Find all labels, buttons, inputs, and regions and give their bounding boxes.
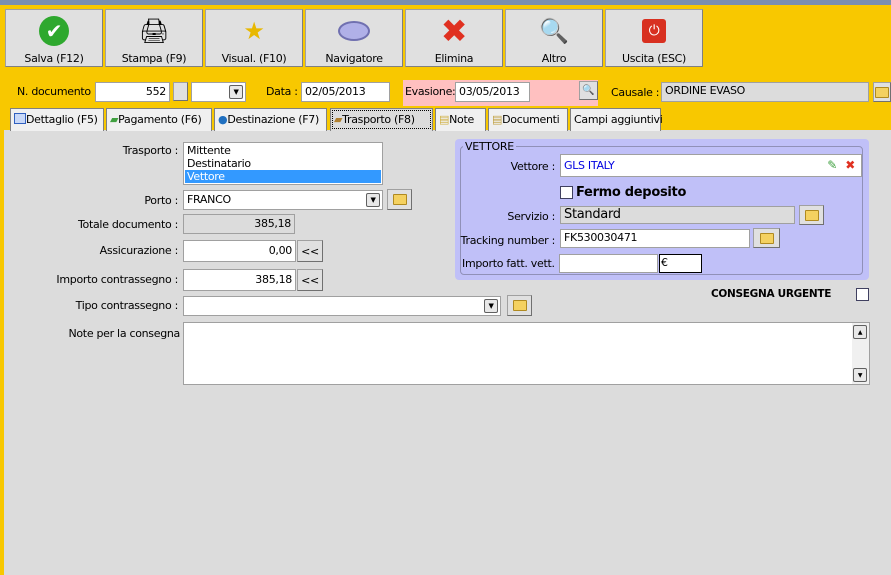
tipo-contrassegno-label: Tipo contrassegno :	[75, 299, 179, 312]
folder-icon	[512, 300, 527, 311]
causale-input[interactable]: ORDINE EVASO	[661, 82, 869, 102]
importo-fatt-label: Importo fatt. vett.	[462, 257, 555, 270]
zoom-in-button[interactable]: 🔍	[579, 81, 598, 100]
note-icon: ▤	[439, 113, 450, 126]
chevron-down-icon: ▼	[366, 193, 380, 207]
totale-label: Totale documento :	[78, 218, 178, 231]
elimina-button[interactable]: ✖ Elimina	[405, 9, 503, 67]
totale-input: 385,18	[183, 214, 295, 234]
ndoc-button[interactable]	[173, 82, 188, 101]
contrassegno-copy-button[interactable]: <<	[297, 269, 323, 291]
printer-icon: 🖨	[138, 17, 170, 45]
evasione-label: Evasione:	[405, 85, 456, 98]
book-search-icon: 🔍	[539, 17, 569, 45]
truck-icon: ▰	[334, 113, 343, 126]
scrollbar[interactable]: ▲ ▼	[852, 323, 869, 384]
serie-select[interactable]: ▼	[191, 82, 246, 102]
data-input[interactable]: 02/05/2013	[301, 82, 390, 102]
tipo-contrassegno-select[interactable]: ▼	[183, 296, 501, 316]
ndoc-input[interactable]: 552	[95, 82, 170, 102]
trasporto-label: Trasporto :	[122, 144, 179, 157]
fermo-deposito-checkbox[interactable]	[560, 186, 573, 199]
power-icon: ⏻	[606, 16, 702, 46]
causale-folder-button[interactable]	[873, 82, 891, 102]
trasporto-option-destinatario[interactable]: Destinatario	[185, 157, 381, 170]
chevron-down-icon: ▼	[484, 299, 498, 313]
compass-icon	[306, 16, 402, 46]
calendar-icon	[14, 113, 26, 124]
ndoc-label: N. documento :	[17, 85, 98, 98]
porto-label: Porto :	[144, 194, 178, 207]
assicurazione-copy-button[interactable]: <<	[297, 240, 323, 262]
navigatore-button[interactable]: Navigatore	[305, 9, 403, 67]
contrassegno-input[interactable]: 385,18	[183, 269, 296, 291]
tab-documenti[interactable]: ▤Documenti	[488, 108, 568, 131]
tab-pagamento[interactable]: ▰Pagamento (F6)	[106, 108, 212, 131]
tab-note[interactable]: ▤Note	[435, 108, 486, 131]
scroll-down-icon[interactable]: ▼	[853, 368, 867, 382]
magic-wand-icon: ★	[243, 17, 265, 45]
vettore-title: VETTORE	[463, 140, 516, 153]
trasporto-option-vettore[interactable]: Vettore	[185, 170, 381, 183]
trasporto-option-mittente[interactable]: Mittente	[185, 144, 381, 157]
causale-label: Causale :	[611, 86, 660, 99]
consegna-urgente-label: CONSEGNA URGENTE	[711, 288, 832, 300]
documents-icon: ▤	[492, 113, 503, 126]
servizio-folder-button[interactable]	[799, 205, 824, 225]
tipo-folder-button[interactable]	[507, 295, 532, 316]
check-icon: ✔	[6, 16, 102, 46]
folder-icon	[875, 86, 889, 98]
visual-button[interactable]: ★ Visual. (F10)	[205, 9, 303, 67]
stampa-button[interactable]: 🖨 Stampa (F9)	[105, 9, 203, 67]
vettore-input[interactable]: GLS ITALY ✎ ✖	[560, 154, 862, 177]
folder-icon	[392, 194, 407, 205]
altro-button[interactable]: 🔍 Altro	[505, 9, 603, 67]
fermo-deposito-label: Fermo deposito	[576, 185, 687, 200]
importo-fatt-input[interactable]	[559, 254, 658, 273]
tracking-label: Tracking number :	[460, 234, 556, 247]
tab-trasporto[interactable]: ▰Trasporto (F8)	[330, 108, 433, 131]
clear-x-icon[interactable]: ✖	[845, 158, 855, 172]
folder-icon	[759, 232, 774, 244]
tab-destinazione[interactable]: ●Destinazione (F7)	[214, 108, 327, 131]
salva-button[interactable]: ✔ Salva (F12)	[5, 9, 103, 67]
scroll-up-icon[interactable]: ▲	[853, 325, 867, 339]
tab-campi-aggiuntivi[interactable]: Campi aggiuntivi	[570, 108, 663, 131]
folder-icon	[804, 209, 819, 221]
tracking-folder-button[interactable]	[753, 228, 780, 248]
assicurazione-label: Assicurazione :	[99, 244, 179, 257]
tab-dettaglio[interactable]: Dettaglio (F5)	[10, 108, 104, 131]
globe-icon: ●	[218, 113, 228, 126]
zoom-in-icon: 🔍	[582, 85, 595, 96]
data-label: Data :	[266, 85, 298, 98]
chevron-down-icon: ▼	[229, 85, 243, 99]
porto-folder-button[interactable]	[387, 189, 412, 210]
note-label: Note per la consegna	[68, 327, 180, 340]
uscita-button[interactable]: ⏻ Uscita (ESC)	[605, 9, 703, 67]
contrassegno-label: Importo contrassegno :	[56, 273, 178, 286]
consegna-urgente-checkbox[interactable]	[856, 288, 869, 301]
money-icon: ▰	[110, 113, 119, 126]
title-bar	[0, 0, 891, 5]
vettore-label: Vettore :	[510, 160, 556, 173]
note-textarea[interactable]: ▲ ▼	[183, 322, 870, 385]
evasione-input[interactable]: 03/05/2013	[455, 82, 530, 102]
delete-x-icon: ✖	[440, 12, 468, 50]
trasporto-listbox[interactable]: Mittente Destinatario Vettore	[183, 142, 383, 185]
assicurazione-input[interactable]: 0,00	[183, 240, 296, 262]
currency-input[interactable]: €	[659, 254, 702, 273]
porto-select[interactable]: FRANCO ▼	[183, 190, 383, 210]
edit-pencil-icon[interactable]: ✎	[827, 158, 837, 172]
tracking-input[interactable]: FK530030471	[560, 229, 750, 248]
servizio-input[interactable]: Standard	[560, 206, 795, 224]
servizio-label: Servizio :	[507, 210, 555, 223]
